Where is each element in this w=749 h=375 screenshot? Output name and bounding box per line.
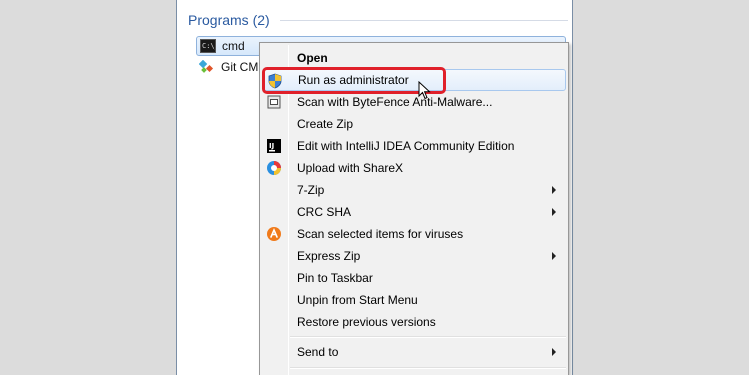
menu-item-scan-viruses[interactable]: Scan selected items for viruses [262,223,566,245]
menu-item-crc-sha[interactable]: CRC SHA [262,201,566,223]
menu-item-label: Send to [297,345,339,359]
menu-item-label: Create Zip [297,117,354,131]
mouse-cursor-icon [418,81,431,100]
intellij-icon: IJ [266,138,282,154]
menu-item-create-zip[interactable]: Create Zip [262,113,566,135]
submenu-arrow-icon [552,348,556,356]
menu-item-label: Open [297,51,328,65]
menu-separator [290,367,566,369]
section-divider [279,19,568,21]
menu-item-upload-sharex[interactable]: Upload with ShareX [262,157,566,179]
git-icon [198,59,215,74]
sharex-icon [266,160,282,176]
menu-item-7zip[interactable]: 7-Zip [262,179,566,201]
screen: Programs (2) C:\_ cmd Git CMD Open [0,0,749,375]
avast-icon [266,226,282,242]
menu-item-edit-intellij[interactable]: IJ Edit with IntelliJ IDEA Community Edi… [262,135,566,157]
submenu-arrow-icon [552,186,556,194]
programs-section-title: Programs (2) [188,12,270,28]
menu-item-unpin-start-menu[interactable]: Unpin from Start Menu [262,289,566,311]
menu-item-send-to[interactable]: Send to [262,341,566,363]
cmd-icon: C:\_ [200,39,216,53]
bytefence-icon [266,94,282,110]
menu-item-label: Express Zip [297,249,361,263]
menu-item-label: Restore previous versions [297,315,436,329]
menu-item-restore-previous-versions[interactable]: Restore previous versions [262,311,566,333]
submenu-arrow-icon [552,252,556,260]
menu-item-label: Scan with ByteFence Anti-Malware... [297,95,493,109]
menu-item-label: Pin to Taskbar [297,271,373,285]
menu-item-label: Edit with IntelliJ IDEA Community Editio… [297,139,515,153]
menu-item-label: Upload with ShareX [297,161,404,175]
programs-section-header: Programs (2) [188,10,568,30]
menu-item-open[interactable]: Open [262,47,566,69]
menu-separator [290,336,566,338]
menu-item-label: CRC SHA [297,205,352,219]
result-item-label: cmd [222,39,245,53]
menu-item-label: 7-Zip [297,183,325,197]
menu-item-label: Unpin from Start Menu [297,293,418,307]
menu-item-scan-bytefence[interactable]: Scan with ByteFence Anti-Malware... [262,91,566,113]
menu-item-express-zip[interactable]: Express Zip [262,245,566,267]
svg-text:IJ: IJ [269,142,274,150]
submenu-arrow-icon [552,208,556,216]
menu-item-pin-taskbar[interactable]: Pin to Taskbar [262,267,566,289]
menu-item-label: Scan selected items for viruses [297,227,464,241]
